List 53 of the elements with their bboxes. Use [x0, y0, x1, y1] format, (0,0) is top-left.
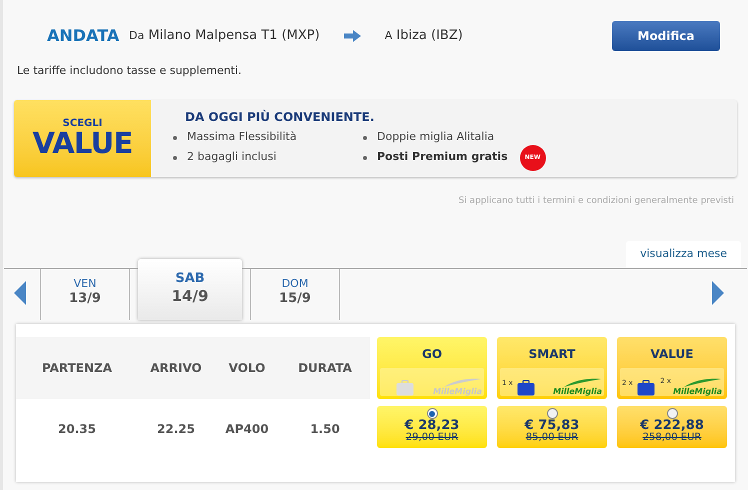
radio-button[interactable]	[426, 408, 438, 419]
column-header: PARTENZA	[42, 360, 112, 377]
date-tab[interactable]: VEN 13/9	[40, 269, 130, 320]
trip-label: ANDATA	[47, 25, 120, 47]
swoosh-icon	[682, 378, 722, 388]
value-badge: SCEGLI VALUE	[14, 100, 151, 176]
logo-text: MilleMiglia	[433, 388, 482, 396]
swoosh-icon	[562, 378, 602, 388]
column-header: VOLO	[228, 360, 266, 377]
bullet-icon	[363, 156, 367, 160]
old-price: 258,00 EUR	[642, 433, 702, 443]
fare-price: € 222,88	[640, 419, 704, 432]
table-cell-text: 1.50	[310, 421, 340, 438]
destination-text: A Ibiza (IBZ)	[384, 27, 463, 46]
right-arrow-icon[interactable]	[712, 281, 724, 305]
date-tab[interactable]: DOM 15/9	[250, 269, 340, 320]
feature-text: 2 bagagli inclusi	[187, 149, 276, 166]
note-text: Le tariffe includono tasse e supplementi.	[17, 63, 243, 79]
bullet-icon	[173, 156, 177, 160]
table-cell-text: 20.35	[58, 421, 96, 438]
table-cell-text: 22.25	[157, 421, 195, 438]
origin-text: Da Milano Malpensa T1 (MXP)	[129, 27, 320, 46]
edit-button[interactable]: Modifica	[612, 21, 720, 51]
column-header: ARRIVO	[150, 360, 202, 377]
radio-button[interactable]	[546, 408, 558, 419]
fare-price: € 28,23	[404, 419, 460, 432]
feature-text: Massima Flessibilità	[187, 129, 297, 146]
date-tab[interactable]: SAB 14/9	[138, 259, 242, 320]
fare-price-option[interactable]: € 75,83 85,00 EUR	[497, 406, 607, 448]
month-view-tab[interactable]: visualizza mese	[626, 241, 741, 268]
fare-price: € 75,83	[524, 419, 580, 432]
suitcase-icon	[396, 380, 414, 396]
suitcase-icon	[516, 380, 535, 396]
suitcase-icon	[636, 380, 655, 396]
arrow-icon	[344, 30, 361, 42]
feature-text: Doppie miglia Alitalia	[377, 129, 494, 146]
logo-text: MilleMiglia	[553, 388, 602, 396]
logo-text: MilleMiglia	[673, 388, 722, 396]
terms-text: Si applicano tutti i termini e condizioni generalmente previsti	[458, 194, 734, 208]
bullet-icon	[363, 136, 367, 140]
old-price: 29,00 EUR	[406, 433, 458, 443]
fare-header: GO MilleMiglia	[377, 337, 487, 399]
swoosh-icon	[442, 378, 482, 388]
feature-text: Posti Premium gratis	[377, 149, 508, 166]
bullet-icon	[173, 136, 177, 140]
old-price: 85,00 EUR	[526, 433, 578, 443]
promo-title: DA OGGI PIÙ CONVENIENTE.	[185, 108, 376, 126]
radio-button[interactable]	[666, 408, 678, 419]
left-arrow-icon[interactable]	[14, 281, 26, 305]
fare-price-option[interactable]: € 28,23 29,00 EUR	[377, 406, 487, 448]
fare-price-option[interactable]: € 222,88 258,00 EUR	[617, 406, 727, 448]
table-cell-text: AP400	[225, 421, 269, 438]
column-header: DURATA	[298, 360, 352, 377]
